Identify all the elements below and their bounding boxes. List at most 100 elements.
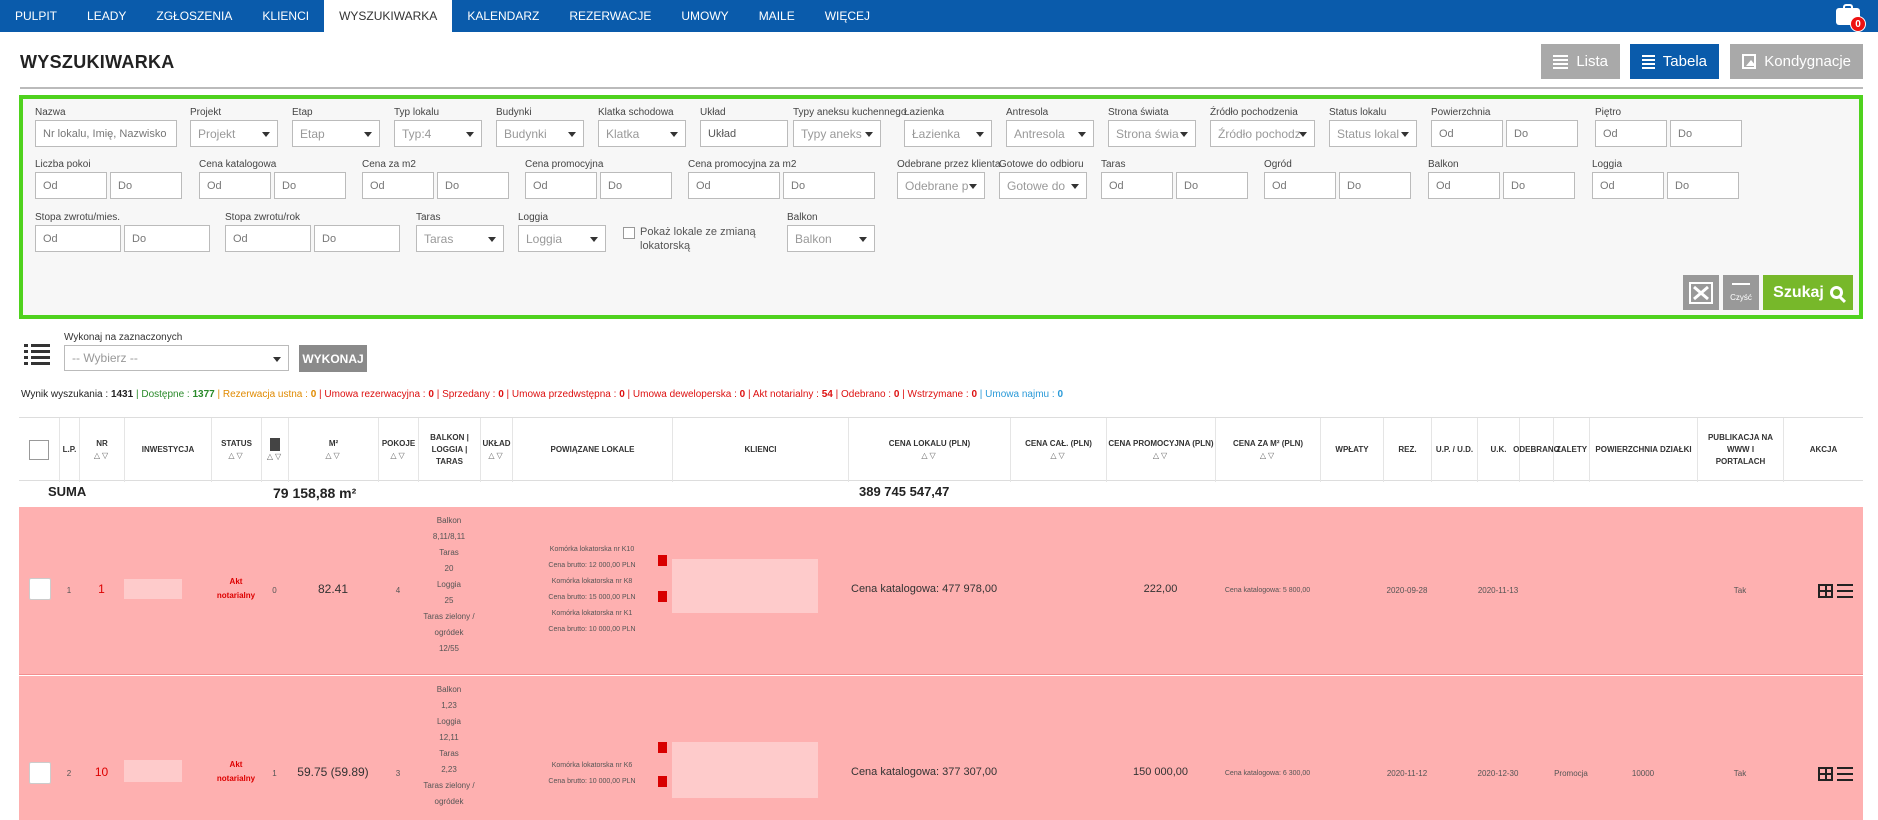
- col-cena-prom[interactable]: CENA PROMOCYJNA (PLN) △▽: [1106, 418, 1215, 482]
- briefcase-icon[interactable]: 0: [1834, 2, 1866, 32]
- uklad-input[interactable]: Układ: [700, 120, 788, 147]
- sort-arrows-icon[interactable]: △▽: [1050, 450, 1066, 462]
- zrodlo-select[interactable]: Źródło pochodz: [1210, 120, 1315, 147]
- nav-klienci[interactable]: KLIENCI: [247, 0, 324, 32]
- gotowe-select[interactable]: Gotowe do: [999, 172, 1087, 199]
- row-checkbox[interactable]: [29, 578, 51, 600]
- cena-m2-od-input[interactable]: Od: [362, 172, 434, 199]
- status-lokalu-select[interactable]: Status lokal: [1329, 120, 1417, 147]
- table-row[interactable]: 1 1 Akt notarialny 0 82.41 4 Balkon 8,11…: [19, 507, 1863, 675]
- sort-arrows-icon[interactable]: △▽: [1260, 450, 1276, 462]
- loggia-do-input[interactable]: Do: [1667, 172, 1739, 199]
- col-uklad[interactable]: UKŁAD △▽: [480, 418, 512, 482]
- list-menu-icon[interactable]: [24, 342, 50, 365]
- tabela-view-button[interactable]: Tabela: [1630, 44, 1719, 79]
- bulk-action-select[interactable]: -- Wybierz --: [64, 345, 289, 371]
- balkon-select[interactable]: Balkon: [787, 225, 875, 252]
- taras-select[interactable]: Taras: [416, 225, 504, 252]
- antresola-select[interactable]: Antresola: [1006, 120, 1094, 147]
- excel-export-button[interactable]: [1683, 275, 1719, 310]
- nav-umowy[interactable]: UMOWY: [666, 0, 743, 32]
- powierzchnia-do-input[interactable]: Do: [1506, 120, 1578, 147]
- stopa-rok-do-input[interactable]: Do: [314, 225, 400, 252]
- table-row[interactable]: 2 10 Akt notarialny 1 59.75 (59.89) 3 Ba…: [19, 676, 1863, 820]
- col-pokoje[interactable]: POKOJE △▽: [378, 418, 418, 482]
- sort-arrows-icon[interactable]: △▽: [921, 450, 937, 462]
- grid-icon[interactable]: [1818, 767, 1833, 781]
- etap-select[interactable]: Etap: [292, 120, 380, 147]
- sort-arrows-icon[interactable]: △▽: [1153, 450, 1169, 462]
- sort-arrows-icon[interactable]: △▽: [390, 450, 406, 462]
- sort-arrows-icon[interactable]: △▽: [94, 450, 110, 462]
- typy-aneksu-select[interactable]: Typy aneks: [793, 120, 881, 147]
- nazwa-input[interactable]: Nr lokalu, Imię, Nazwisko: [35, 120, 177, 147]
- cena-prom-m2-od-input[interactable]: Od: [688, 172, 780, 199]
- nav-leady[interactable]: LEADY: [72, 0, 141, 32]
- menu-icon[interactable]: [1837, 584, 1853, 598]
- menu-icon[interactable]: [1837, 767, 1853, 781]
- row-checkbox[interactable]: [29, 762, 51, 784]
- cena-promocyjna-od-input[interactable]: Od: [525, 172, 597, 199]
- search-icon: [1829, 286, 1843, 299]
- taras-od-input[interactable]: Od: [1101, 172, 1173, 199]
- lazienka-select[interactable]: Łazienka: [904, 120, 992, 147]
- lista-view-button[interactable]: Lista: [1541, 44, 1620, 79]
- sort-arrows-icon[interactable]: △▽: [267, 451, 283, 463]
- nav-wiecej[interactable]: WIĘCEJ: [810, 0, 885, 32]
- nav-maile[interactable]: MAILE: [744, 0, 810, 32]
- col-nr[interactable]: NR △▽: [79, 418, 124, 482]
- ogrod-od-input[interactable]: Od: [1264, 172, 1336, 199]
- search-button[interactable]: Szukaj: [1763, 275, 1853, 310]
- filter-balkon-select: Balkon Balkon: [787, 212, 875, 252]
- zmiana-checkbox[interactable]: [623, 227, 635, 239]
- loggia-od-input[interactable]: Od: [1592, 172, 1664, 199]
- row-publikacja: Tak: [1733, 769, 1747, 778]
- row-nr[interactable]: 1: [79, 581, 124, 597]
- balkon-od-input[interactable]: Od: [1428, 172, 1500, 199]
- sort-arrows-icon[interactable]: △▽: [228, 450, 244, 462]
- loggia-select[interactable]: Loggia: [518, 225, 606, 252]
- pietro-do-input[interactable]: Do: [1670, 120, 1742, 147]
- col-building[interactable]: △▽: [261, 418, 288, 482]
- liczba-pokoi-od-input[interactable]: Od: [35, 172, 107, 199]
- execute-button[interactable]: WYKONAJ: [299, 345, 367, 372]
- cena-katalogowa-od-input[interactable]: Od: [199, 172, 271, 199]
- cena-katalogowa-do-input[interactable]: Do: [274, 172, 346, 199]
- klatka-select[interactable]: Klatka: [598, 120, 686, 147]
- grid-icon[interactable]: [1818, 584, 1833, 598]
- nav-wyszukiwarka[interactable]: WYSZUKIWARKA: [324, 0, 453, 32]
- powierzchnia-od-input[interactable]: Od: [1431, 120, 1503, 147]
- nav-rezerwacje[interactable]: REZERWACJE: [554, 0, 666, 32]
- cena-m2-do-input[interactable]: Do: [437, 172, 509, 199]
- nav-pulpit[interactable]: PULPIT: [0, 0, 72, 32]
- stopa-mies-od-input[interactable]: Od: [35, 225, 121, 252]
- kondygnacje-view-button[interactable]: Kondygnacje: [1730, 44, 1863, 79]
- cena-promocyjna-do-input[interactable]: Do: [600, 172, 672, 199]
- stopa-mies-do-input[interactable]: Do: [124, 225, 210, 252]
- sort-arrows-icon[interactable]: △▽: [488, 450, 504, 462]
- budynki-select[interactable]: Budynki: [496, 120, 584, 147]
- row-nr[interactable]: 10: [79, 764, 124, 780]
- sort-arrows-icon[interactable]: △▽: [325, 450, 341, 462]
- pietro-od-input[interactable]: Od: [1595, 120, 1667, 147]
- col-m2[interactable]: M² △▽: [288, 418, 378, 482]
- typ-lokalu-select[interactable]: Typ:4: [394, 120, 482, 147]
- cena-prom-m2-do-input[interactable]: Do: [783, 172, 875, 199]
- taras-do-input[interactable]: Do: [1176, 172, 1248, 199]
- ogrod-do-input[interactable]: Do: [1339, 172, 1411, 199]
- nav-kalendarz[interactable]: KALENDARZ: [452, 0, 554, 32]
- balkon-do-input[interactable]: Do: [1503, 172, 1575, 199]
- stopa-rok-od-input[interactable]: Od: [225, 225, 311, 252]
- clear-button[interactable]: Czyść: [1723, 275, 1759, 310]
- select-all-checkbox[interactable]: [29, 440, 49, 460]
- strona-swiata-select[interactable]: Strona świa: [1108, 120, 1196, 147]
- liczba-pokoi-do-input[interactable]: Do: [110, 172, 182, 199]
- projekt-select[interactable]: Projekt: [190, 120, 278, 147]
- col-status[interactable]: STATUS △▽: [211, 418, 261, 482]
- nav-zgloszenia[interactable]: ZGŁOSZENIA: [141, 0, 247, 32]
- col-cena-m2[interactable]: CENA ZA M² (PLN) △▽: [1215, 418, 1320, 482]
- col-cena-cal[interactable]: CENA CAŁ. (PLN) △▽: [1010, 418, 1106, 482]
- col-cena-lokalu[interactable]: CENA LOKALU (PLN) △▽: [848, 418, 1010, 482]
- odebrane-select[interactable]: Odebrane p: [897, 172, 985, 199]
- col-label: NR: [96, 439, 108, 448]
